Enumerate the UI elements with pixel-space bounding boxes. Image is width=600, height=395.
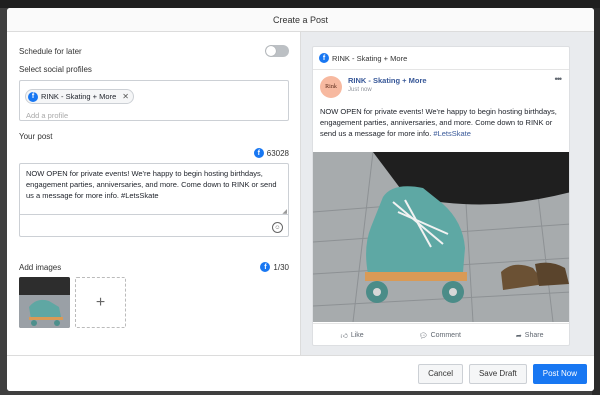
facebook-icon: f xyxy=(253,148,264,158)
like-action[interactable]: 👍︎ Like xyxy=(341,331,364,340)
page-avatar: Rink xyxy=(320,76,342,98)
backdrop-top xyxy=(0,0,600,8)
preview-header: Rink RINK - Skating + More Just now ••• xyxy=(313,70,569,98)
post-time: Just now xyxy=(348,87,372,93)
skate-photo xyxy=(313,152,569,322)
cancel-button[interactable]: Cancel xyxy=(418,363,463,384)
preview-account-bar: f RINK - Skating + More xyxy=(313,47,569,70)
share-action[interactable]: ➦ Share xyxy=(516,332,544,340)
thumbs-up-icon: 👍︎ xyxy=(340,333,348,340)
post-label: Your post xyxy=(19,132,53,141)
image-thumbnails: + xyxy=(19,277,289,328)
modal-body: Schedule for later Select social profile… xyxy=(7,32,594,355)
profile-chip-label: RINK - Skating + More xyxy=(41,92,117,101)
share-icon: ➦ xyxy=(515,332,522,340)
schedule-label: Schedule for later xyxy=(19,46,82,56)
images-label: Add images xyxy=(19,262,62,272)
page-name: RINK - Skating + More xyxy=(348,76,427,85)
char-count: 63028 xyxy=(266,148,289,158)
preview-text: NOW OPEN for private events! We're happy… xyxy=(313,98,569,139)
add-image-button[interactable]: + xyxy=(75,277,126,328)
save-draft-button[interactable]: Save Draft xyxy=(468,363,527,384)
facebook-icon: f xyxy=(319,53,329,63)
resize-handle-icon[interactable]: ◢ xyxy=(282,208,287,215)
preview-photo xyxy=(313,152,569,322)
preview-hashtag[interactable]: #LetsSkate xyxy=(433,129,471,138)
profiles-label: Select social profiles xyxy=(19,65,92,74)
modal-footer: Cancel Save Draft Post Now xyxy=(7,355,594,391)
plus-icon: + xyxy=(95,293,106,311)
facebook-icon: f xyxy=(28,91,38,102)
profiles-field[interactable]: f RINK - Skating + More ✕ Add a profile xyxy=(19,80,289,121)
post-now-button[interactable]: Post Now xyxy=(532,363,587,384)
image-thumbnail[interactable] xyxy=(19,277,70,328)
toggle-knob xyxy=(266,46,276,56)
preview-panel: f RINK - Skating + More Rink RINK - Skat… xyxy=(300,32,594,355)
skate-thumbnail-image xyxy=(19,277,70,328)
remove-profile-icon[interactable]: ✕ xyxy=(122,92,129,101)
modal-title: Create a Post xyxy=(7,8,594,32)
compose-panel: Schedule for later Select social profile… xyxy=(7,32,300,355)
facebook-icon: f xyxy=(260,262,271,272)
image-count-wrap: f 1/30 xyxy=(260,262,289,272)
schedule-toggle[interactable] xyxy=(265,45,289,57)
create-post-modal: Create a Post Schedule for later Select … xyxy=(7,8,594,391)
comment-label: Comment xyxy=(430,332,461,339)
like-label: Like xyxy=(350,332,364,339)
emoji-icon[interactable]: ☺ xyxy=(272,222,283,233)
profile-chip[interactable]: f RINK - Skating + More ✕ xyxy=(25,89,134,104)
preview-actions: 👍︎ Like 💬︎ Comment ➦ Share xyxy=(313,323,569,345)
post-preview-card: f RINK - Skating + More Rink RINK - Skat… xyxy=(312,46,570,346)
image-count: 1/30 xyxy=(273,262,289,272)
preview-account: RINK - Skating + More xyxy=(332,53,408,63)
post-text[interactable]: NOW OPEN for private events! We're happy… xyxy=(20,164,288,215)
share-label: Share xyxy=(524,332,544,339)
add-profile-input[interactable]: Add a profile xyxy=(25,111,283,120)
comment-action[interactable]: 💬︎ Comment xyxy=(419,332,461,340)
comment-icon: 💬︎ xyxy=(418,332,428,340)
more-options-icon[interactable]: ••• xyxy=(555,74,563,84)
post-textarea[interactable]: NOW OPEN for private events! We're happy… xyxy=(19,163,289,237)
